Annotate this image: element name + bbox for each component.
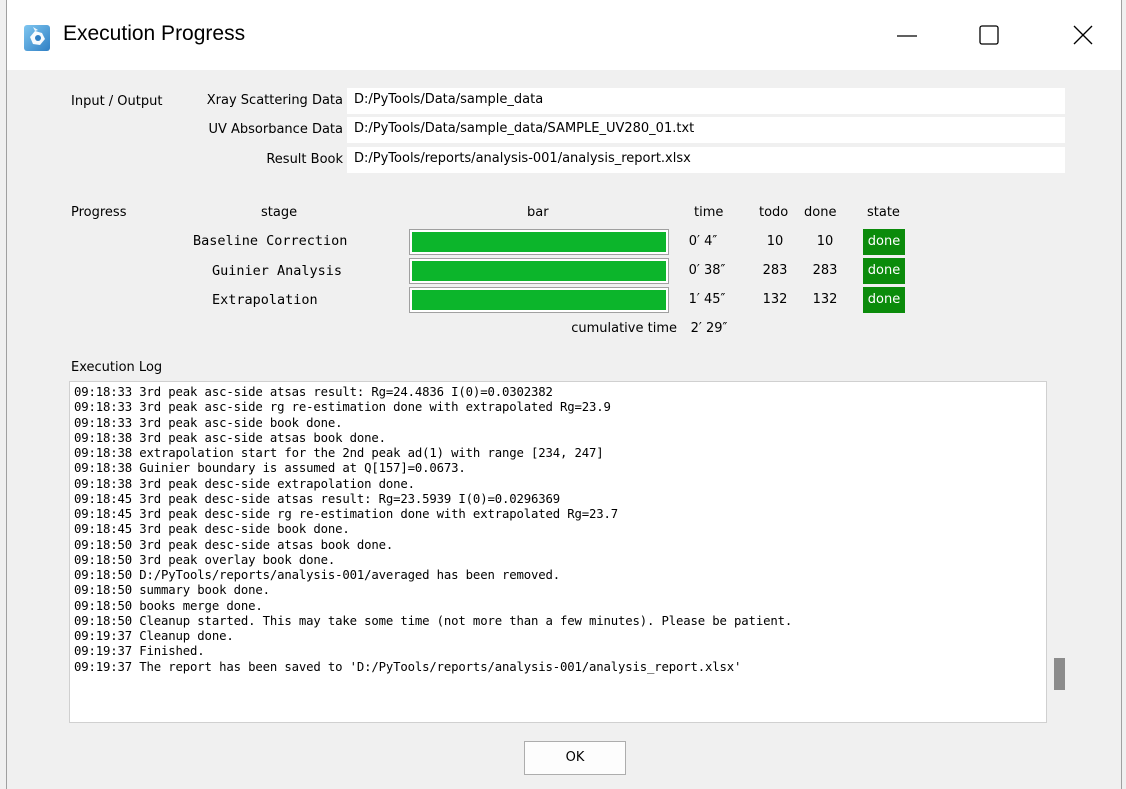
log-line: 09:18:33 3rd peak asc-side rg re-estimat… bbox=[74, 400, 611, 415]
close-icon bbox=[1073, 25, 1093, 45]
log-line: 09:18:38 extrapolation start for the 2nd… bbox=[74, 446, 604, 460]
minimize-icon bbox=[897, 35, 917, 37]
cumulative-time-label: cumulative time bbox=[571, 321, 677, 336]
progress-bar-fill bbox=[412, 232, 666, 252]
log-line: 09:18:33 3rd peak asc-side atsas result:… bbox=[74, 385, 553, 399]
stage-time: 0′ 38″ bbox=[688, 263, 726, 278]
bar-header: bar bbox=[527, 205, 549, 220]
log-line: 09:18:38 Guinier boundary is assumed at … bbox=[74, 461, 466, 476]
stage-name: Baseline Correction bbox=[193, 233, 348, 249]
log-lines: 09:18:33 3rd peak asc-side atsas result:… bbox=[74, 385, 792, 675]
xray-data-field[interactable]: D:/PyTools/Data/sample_data bbox=[347, 88, 1065, 114]
log-line: 09:18:38 3rd peak desc-side extrapolatio… bbox=[74, 476, 415, 491]
stage-done: 10 bbox=[816, 234, 834, 249]
stage-todo: 132 bbox=[762, 292, 788, 307]
log-line: 09:18:50 Cleanup started. This may take … bbox=[74, 613, 793, 628]
progress-bar-fill bbox=[412, 290, 666, 310]
log-line: 09:18:45 3rd peak desc-side rg re-estima… bbox=[74, 507, 619, 521]
progress-section-label: Progress bbox=[71, 205, 127, 220]
app-icon bbox=[23, 24, 51, 52]
minimize-button[interactable] bbox=[887, 20, 927, 50]
state-header: state bbox=[867, 205, 900, 220]
log-line: 09:18:50 summary book done. bbox=[74, 583, 270, 598]
progress-bar bbox=[409, 287, 669, 313]
stage-header: stage bbox=[261, 205, 298, 220]
stage-done: 283 bbox=[812, 263, 838, 278]
log-line: 09:18:50 3rd peak desc-side atsas book d… bbox=[74, 537, 394, 552]
state-badge: done bbox=[863, 229, 905, 255]
maximize-button[interactable] bbox=[969, 20, 1009, 50]
io-row-xray: Xray Scattering Data bbox=[7, 88, 343, 114]
io-row-uv: UV Absorbance Data bbox=[7, 117, 343, 143]
ok-button[interactable]: OK bbox=[524, 741, 626, 775]
uv-data-field[interactable]: D:/PyTools/Data/sample_data/SAMPLE_UV280… bbox=[347, 117, 1065, 143]
log-line: 09:18:33 3rd peak asc-side book done. bbox=[74, 415, 343, 430]
stage-time: 0′ 4″ bbox=[688, 234, 718, 249]
window-title: Execution Progress bbox=[63, 22, 246, 45]
progress-bar bbox=[409, 229, 669, 255]
xray-data-label: Xray Scattering Data bbox=[206, 93, 343, 108]
stage-todo: 10 bbox=[766, 234, 784, 249]
log-section-label: Execution Log bbox=[71, 360, 163, 375]
log-line: 09:18:45 3rd peak desc-side book done. bbox=[74, 522, 350, 537]
log-line: 09:19:37 Finished. bbox=[74, 644, 205, 659]
todo-header: todo bbox=[759, 205, 789, 220]
stage-name: Extrapolation bbox=[212, 292, 318, 308]
close-button[interactable] bbox=[1063, 20, 1103, 50]
state-badge: done bbox=[863, 287, 905, 313]
log-line: 09:18:50 3rd peak overlay book done. bbox=[74, 552, 336, 567]
time-header: time bbox=[694, 205, 724, 220]
execution-progress-window: Execution Progress Input / Output Xray S… bbox=[6, 0, 1122, 789]
stage-time: 1′ 45″ bbox=[688, 292, 726, 307]
log-line: 09:18:50 D:/PyTools/reports/analysis-001… bbox=[74, 568, 560, 582]
title-bar: Execution Progress bbox=[7, 0, 1121, 70]
log-scrollbar-thumb[interactable] bbox=[1054, 658, 1065, 690]
result-book-field[interactable]: D:/PyTools/reports/analysis-001/analysis… bbox=[347, 147, 1065, 173]
result-book-label: Result Book bbox=[266, 152, 343, 167]
log-line: 09:18:45 3rd peak desc-side atsas result… bbox=[74, 491, 560, 506]
stage-done: 132 bbox=[812, 292, 838, 307]
cumulative-time-value: 2′ 29″ bbox=[690, 321, 728, 336]
io-row-result: Result Book bbox=[7, 147, 343, 173]
done-header: done bbox=[804, 205, 837, 220]
state-badge: done bbox=[863, 258, 905, 284]
stage-name: Guinier Analysis bbox=[212, 263, 343, 279]
maximize-icon bbox=[979, 25, 999, 45]
execution-log[interactable]: 09:18:33 3rd peak asc-side atsas result:… bbox=[69, 381, 1047, 723]
log-line: 09:19:37 Cleanup done. bbox=[74, 629, 234, 643]
log-line: 09:18:50 books merge done. bbox=[74, 598, 263, 613]
log-line: 09:19:37 The report has been saved to 'D… bbox=[74, 659, 742, 674]
log-scrollbar[interactable] bbox=[1047, 381, 1069, 723]
uv-data-label: UV Absorbance Data bbox=[208, 122, 343, 137]
stage-todo: 283 bbox=[762, 263, 788, 278]
progress-bar-fill bbox=[412, 261, 666, 281]
progress-bar bbox=[409, 258, 669, 284]
log-line: 09:18:38 3rd peak asc-side atsas book do… bbox=[74, 430, 386, 445]
